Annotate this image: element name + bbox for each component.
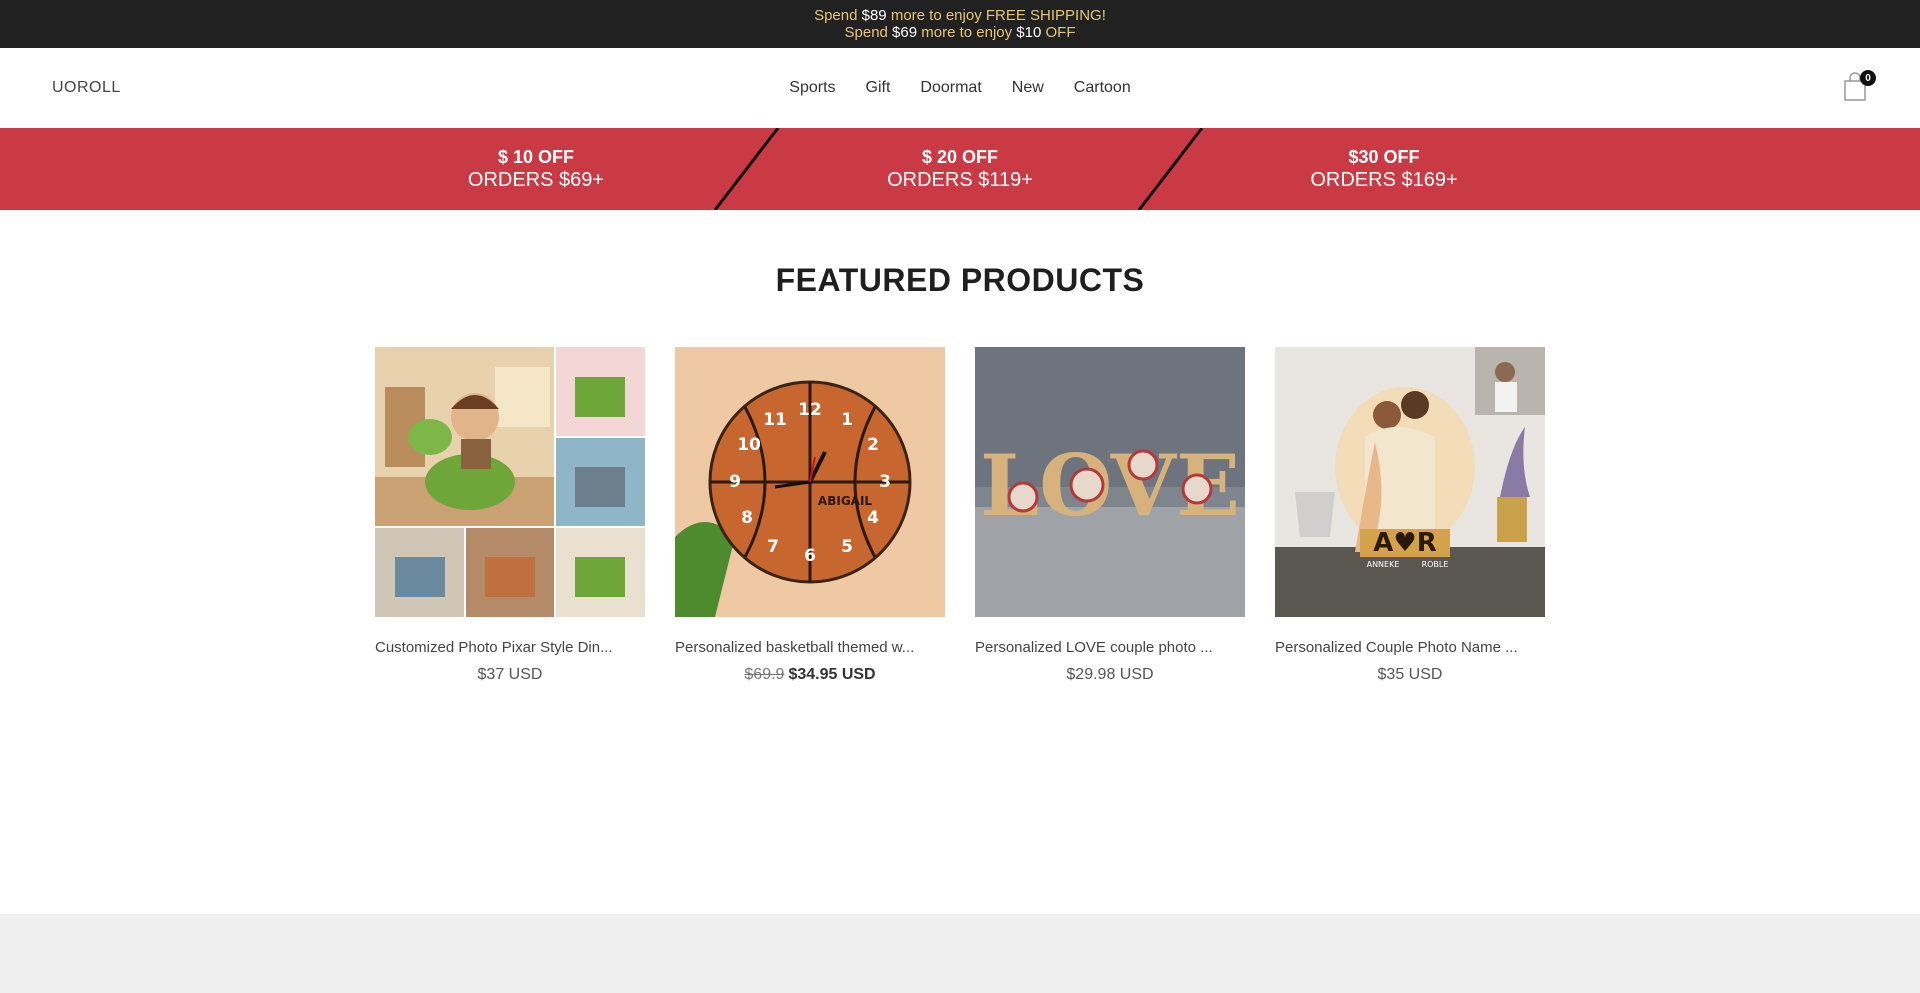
announcement-text: Spend bbox=[844, 24, 893, 41]
svg-text:9: 9 bbox=[729, 472, 741, 492]
announcement-text: more to enjoy bbox=[917, 24, 1017, 41]
svg-text:2: 2 bbox=[867, 435, 879, 455]
cart-button[interactable]: 0 bbox=[1842, 70, 1876, 104]
promo-divider bbox=[712, 127, 782, 211]
site-logo[interactable]: UOROLL bbox=[52, 79, 121, 97]
svg-text:8: 8 bbox=[741, 508, 753, 528]
product-grid: Customized Photo Pixar Style Din... $37 … bbox=[0, 347, 1920, 684]
svg-text:7: 7 bbox=[767, 537, 779, 557]
cart-count-badge: 0 bbox=[1860, 70, 1876, 86]
svg-text:11: 11 bbox=[763, 410, 787, 430]
lamp-name-right: ROBLE bbox=[1422, 560, 1449, 569]
nav-item-doormat[interactable]: Doormat bbox=[920, 79, 981, 97]
product-card[interactable]: A♥R ANNEKE ROBLE Personalized Couple Pho… bbox=[1275, 347, 1545, 684]
product-title[interactable]: Customized Photo Pixar Style Din... bbox=[375, 639, 645, 656]
svg-text:5: 5 bbox=[841, 537, 853, 557]
promo-discount: $ 10 OFF bbox=[497, 147, 575, 167]
announcement-discount: $10 bbox=[1016, 24, 1042, 41]
nav-item-new[interactable]: New bbox=[1012, 79, 1044, 97]
nav-item-gift[interactable]: Gift bbox=[866, 79, 891, 97]
footer-area bbox=[0, 914, 1920, 993]
site-header: UOROLL Sports Gift Doormat New Cartoon 0 bbox=[0, 48, 1920, 128]
svg-text:3: 3 bbox=[879, 472, 891, 492]
promo-threshold: ORDERS $69+ bbox=[467, 169, 605, 191]
svg-text:6: 6 bbox=[804, 546, 816, 566]
svg-text:12: 12 bbox=[798, 400, 822, 420]
announcement-bar: Spend $89 more to enjoy FREE SHIPPING! S… bbox=[0, 0, 1920, 48]
nav-item-cartoon[interactable]: Cartoon bbox=[1074, 79, 1131, 97]
product-original-price: $69.9 bbox=[744, 666, 785, 683]
announcement-text: Spend bbox=[814, 7, 862, 24]
product-price: $34.95 USD bbox=[788, 666, 876, 683]
promo-divider bbox=[1136, 127, 1206, 211]
love-frame-image[interactable]: LOVE bbox=[975, 347, 1245, 617]
promo-discount: $ 20 OFF bbox=[921, 147, 999, 167]
product-card[interactable]: 12 1 2 345 678 9 10 11 ABIGAIL Personalized … bbox=[675, 347, 945, 684]
promo-tier-1: $ 10 OFF ORDERS $69+ bbox=[324, 128, 748, 210]
product-price: $29.98 USD bbox=[1066, 666, 1154, 683]
product-title[interactable]: Personalized LOVE couple photo ... bbox=[975, 639, 1245, 656]
promo-threshold: ORDERS $119+ bbox=[887, 169, 1033, 191]
product-price-block: $29.98 USD bbox=[975, 666, 1245, 684]
dinosaur-collage-image[interactable] bbox=[375, 347, 645, 617]
product-title[interactable]: Personalized Couple Photo Name ... bbox=[1275, 639, 1545, 656]
product-price-block: $69.9 $34.95 USD bbox=[675, 666, 945, 684]
promo-banner: $ 10 OFF ORDERS $69+ $ 20 OFF ORDERS $11… bbox=[0, 127, 1920, 211]
announcement-amount: $69 bbox=[892, 24, 918, 41]
announcement-amount: $89 bbox=[861, 7, 887, 24]
promo-tier-3: $30 OFF ORDERS $169+ bbox=[1172, 128, 1596, 210]
svg-text:1: 1 bbox=[841, 410, 853, 430]
svg-text:A♥R: A♥R bbox=[1373, 528, 1436, 558]
announcement-line-discount: Spend $69 more to enjoy $10 OFF bbox=[845, 24, 1076, 41]
promo-threshold: ORDERS $169+ bbox=[1310, 169, 1458, 191]
product-price: $35 USD bbox=[1377, 666, 1443, 683]
product-price-block: $37 USD bbox=[375, 666, 645, 684]
lamp-name-left: ANNEKE bbox=[1367, 560, 1400, 569]
announcement-line-shipping: Spend $89 more to enjoy FREE SHIPPING! bbox=[814, 7, 1106, 24]
product-price-block: $35 USD bbox=[1275, 666, 1545, 684]
announcement-text: OFF bbox=[1041, 24, 1076, 41]
main-nav: Sports Gift Doormat New Cartoon bbox=[0, 48, 1920, 128]
product-price: $37 USD bbox=[477, 666, 543, 683]
svg-text:4: 4 bbox=[867, 508, 879, 528]
promo-tier-2: $ 20 OFF ORDERS $119+ bbox=[748, 128, 1172, 210]
featured-title: FEATURED PRODUCTS bbox=[775, 262, 1145, 298]
couple-lamp-image[interactable]: A♥R ANNEKE ROBLE bbox=[1275, 347, 1545, 617]
product-title[interactable]: Personalized basketball themed w... bbox=[675, 639, 945, 656]
promo-discount: $30 OFF bbox=[1348, 147, 1420, 167]
nav-item-sports[interactable]: Sports bbox=[789, 79, 835, 97]
clock-name-label: ABIGAIL bbox=[818, 494, 873, 508]
product-card[interactable]: LOVE Personalized LOVE couple photo ... … bbox=[975, 347, 1245, 684]
announcement-text: more to enjoy FREE SHIPPING! bbox=[886, 7, 1106, 24]
product-card[interactable]: Customized Photo Pixar Style Din... $37 … bbox=[375, 347, 645, 684]
svg-text:10: 10 bbox=[737, 435, 761, 455]
basketball-clock-image[interactable]: 12 1 2 345 678 9 10 11 ABIGAIL bbox=[675, 347, 945, 617]
